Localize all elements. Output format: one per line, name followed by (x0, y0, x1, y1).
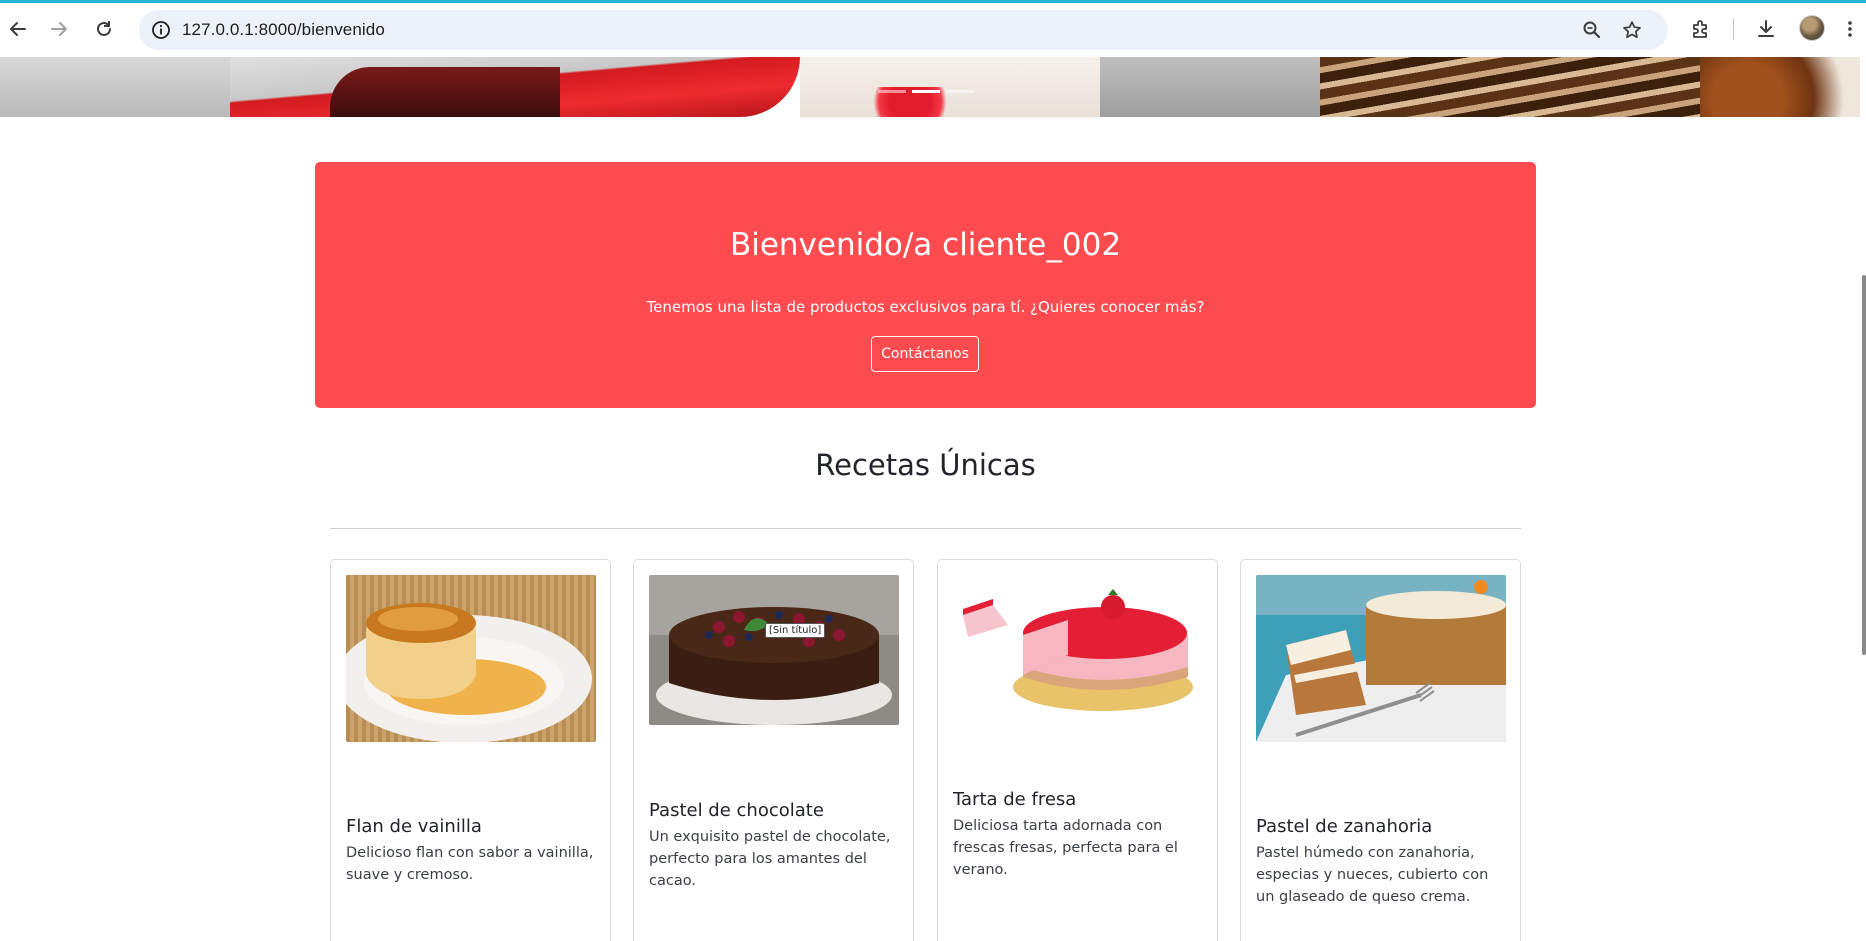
recipe-description: Deliciosa tarta adornada con frescas fre… (953, 818, 1178, 878)
recipe-title: Pastel de chocolate (649, 800, 824, 821)
hero-image (1100, 57, 1330, 117)
image-tooltip: [Sin título] (765, 623, 826, 638)
recipe-description: Un exquisito pastel de chocolate, perfec… (649, 829, 891, 889)
recipe-card[interactable]: Tarta de fresa Deliciosa tarta adornada … (937, 559, 1218, 941)
recipe-image-strawberry (953, 575, 1203, 715)
welcome-text: Tenemos una lista de productos exclusivo… (646, 298, 1205, 316)
recipe-title: Pastel de zanahoria (1256, 816, 1433, 837)
bookmark-star-icon[interactable] (1616, 14, 1648, 46)
recipe-title: Flan de vainilla (346, 816, 482, 837)
recipe-card[interactable]: [Sin título] Pastel de chocolate Un exqu… (633, 559, 914, 941)
site-info-icon[interactable] (145, 14, 177, 46)
page-scrollbar[interactable] (1862, 275, 1866, 655)
forward-icon[interactable] (43, 13, 75, 45)
welcome-title: Bienvenido/a cliente_002 (729, 227, 1122, 263)
hero-image (1700, 57, 1860, 117)
carousel-indicator[interactable] (878, 90, 906, 93)
section-title: Recetas Únicas (815, 448, 1036, 482)
menu-kebab-icon[interactable] (1840, 13, 1860, 45)
welcome-banner: Bienvenido/a cliente_002 Tenemos una lis… (315, 162, 1536, 408)
toolbar-separator (1733, 18, 1734, 40)
browser-toolbar: 127.0.0.1:8000/bienvenido (0, 3, 1866, 55)
carousel-indicator[interactable] (946, 90, 974, 93)
reload-icon[interactable] (88, 13, 120, 45)
carousel-indicator-active[interactable] (912, 90, 940, 93)
profile-avatar[interactable] (1799, 15, 1825, 41)
recipe-title: Tarta de fresa (953, 789, 1077, 810)
hero-image (0, 57, 240, 117)
address-bar[interactable]: 127.0.0.1:8000/bienvenido (139, 10, 1668, 50)
section-divider (330, 528, 1521, 529)
recipe-description: Pastel húmedo con zanahoria, especias y … (1256, 845, 1489, 905)
recipe-card[interactable]: Flan de vainilla Delicioso flan con sabo… (330, 559, 611, 941)
hero-carousel[interactable] (0, 57, 1860, 117)
extensions-icon[interactable] (1685, 13, 1717, 45)
recipe-card[interactable]: Pastel de zanahoria Pastel húmedo con za… (1240, 559, 1521, 941)
recipe-image-flan (346, 575, 596, 742)
hero-image (330, 67, 560, 117)
contact-button[interactable]: Contáctanos (871, 336, 979, 372)
zoom-icon[interactable] (1576, 14, 1608, 46)
back-icon[interactable] (2, 13, 34, 45)
carousel-indicators (878, 90, 974, 93)
downloads-icon[interactable] (1750, 13, 1782, 45)
recipe-image-carrot (1256, 575, 1506, 742)
recipe-description: Delicioso flan con sabor a vainilla, sua… (346, 845, 594, 883)
recipe-image-chocolate: [Sin título] (649, 575, 899, 725)
url-text[interactable]: 127.0.0.1:8000/bienvenido (182, 20, 385, 40)
